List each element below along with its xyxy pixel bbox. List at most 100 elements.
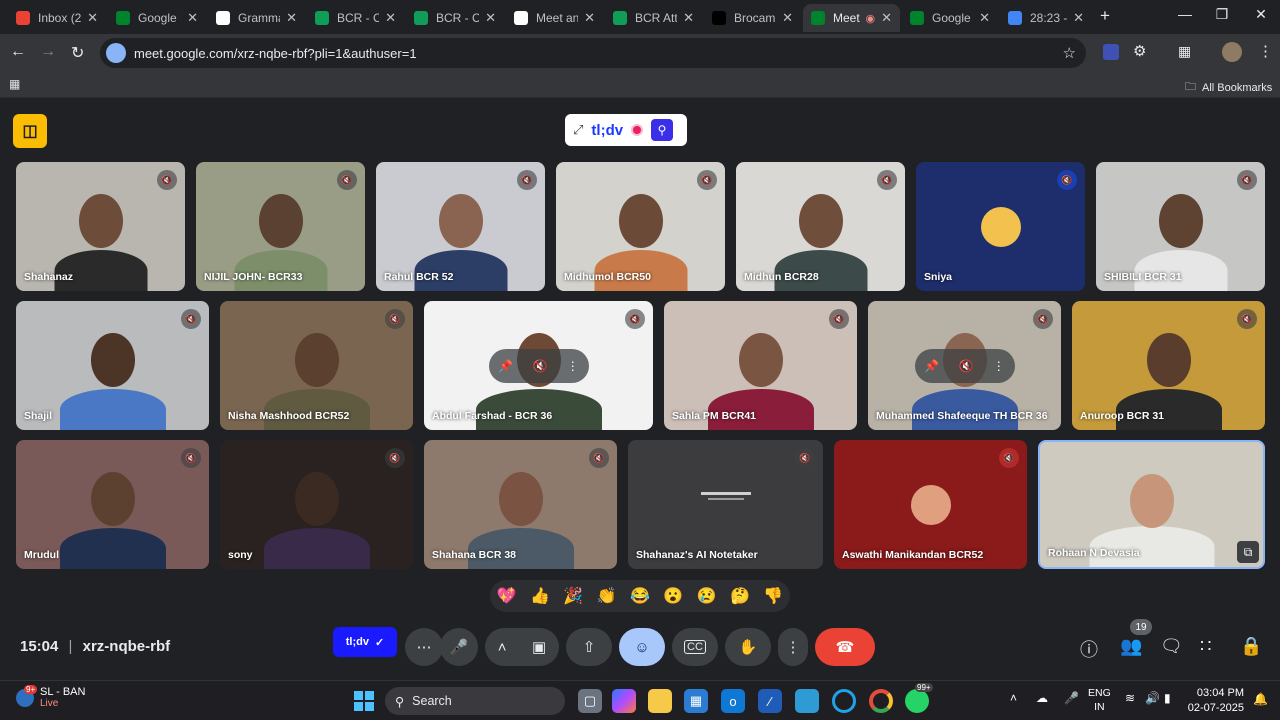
mic-tray-icon[interactable]: 🎤: [1064, 691, 1079, 705]
close-tab-icon[interactable]: ✕: [584, 10, 595, 26]
camera-button[interactable]: ˄ ▣: [485, 628, 559, 666]
meeting-app-logo-icon[interactable]: ◫: [13, 114, 47, 148]
close-tab-icon[interactable]: ✕: [1073, 10, 1084, 26]
back-icon[interactable]: ←: [10, 43, 26, 61]
chrome-icon[interactable]: [869, 689, 893, 713]
participant-tile[interactable]: Shahana BCR 38 🔇: [424, 440, 617, 569]
edge-icon[interactable]: [832, 689, 856, 713]
onedrive-icon[interactable]: ☁: [1036, 691, 1048, 705]
maximize-icon[interactable]: ❐: [1207, 6, 1237, 23]
more-options-button[interactable]: ⋮: [778, 628, 808, 666]
browser-tab[interactable]: Meet and ✕: [506, 4, 603, 32]
all-bookmarks[interactable]: 🗀 All Bookmarks: [1185, 78, 1272, 97]
tile-more-icon[interactable]: ⋮: [993, 359, 1005, 373]
extensions-puzzle-icon[interactable]: ⚙: [1133, 42, 1146, 60]
notification-bell-icon[interactable]: 🔔: [1253, 692, 1268, 706]
battery-icon[interactable]: ▮: [1164, 691, 1171, 705]
wifi-icon[interactable]: ≋: [1125, 691, 1135, 705]
browser-tab[interactable]: Google M ✕: [902, 4, 998, 32]
close-tab-icon[interactable]: ✕: [881, 10, 892, 26]
participant-tile[interactable]: Midhun BCR28 🔇: [736, 162, 905, 291]
file-explorer-icon[interactable]: [648, 689, 672, 713]
vscode-icon[interactable]: ∕: [758, 689, 782, 713]
reaction-emoji[interactable]: 😢: [697, 586, 717, 606]
participant-tile[interactable]: Muhammed Shafeeque TH BCR 36 🔇 📌 🔇 ⋮: [868, 301, 1061, 430]
pin-icon[interactable]: 📌: [924, 359, 939, 373]
emoji-button[interactable]: ☺: [619, 628, 665, 666]
participant-tile[interactable]: Rahul BCR 52 🔇: [376, 162, 545, 291]
close-tab-icon[interactable]: ✕: [683, 10, 694, 26]
close-tab-icon[interactable]: ✕: [286, 10, 297, 26]
taskbar-search[interactable]: ⚲ Search: [385, 687, 565, 715]
reload-icon[interactable]: ↻: [71, 43, 84, 63]
address-bar[interactable]: meet.google.com/xrz-nqbe-rbf?pli=1&authu…: [100, 38, 1086, 68]
close-tab-icon[interactable]: ✕: [485, 10, 496, 26]
reaction-emoji[interactable]: 👍: [530, 586, 550, 606]
tile-more-icon[interactable]: ⋮: [567, 359, 579, 373]
reaction-emoji[interactable]: 👏: [597, 586, 617, 606]
reaction-emoji[interactable]: 👎: [763, 586, 783, 606]
participant-tile[interactable]: Aswathi Manikandan BCR52 🔇: [834, 440, 1027, 569]
extension-icon[interactable]: [1103, 44, 1119, 60]
mute-icon[interactable]: 🔇: [532, 359, 547, 373]
participant-tile[interactable]: Sahla PM BCR41 🔇: [664, 301, 857, 430]
self-view-options-icon[interactable]: ⧉: [1237, 541, 1259, 563]
captions-button[interactable]: CC: [672, 628, 718, 666]
copilot-icon[interactable]: [612, 689, 636, 713]
browser-tab[interactable]: Inbox (23 ✕: [8, 4, 106, 32]
minimize-icon[interactable]: —: [1170, 6, 1200, 22]
participant-tile[interactable]: Shahanaz's AI Notetaker 🔇: [628, 440, 823, 569]
participant-tile[interactable]: NIJIL JOHN- BCR33 🔇: [196, 162, 365, 291]
participant-tile[interactable]: Shahanaz 🔇: [16, 162, 185, 291]
expand-icon[interactable]: ⤢: [573, 122, 583, 138]
reaction-emoji[interactable]: 😂: [630, 586, 650, 606]
system-clock[interactable]: 03:04 PM 02-07-2025: [1188, 686, 1244, 716]
participant-tile[interactable]: Sniya 🔇: [916, 162, 1085, 291]
new-tab-icon[interactable]: +: [1100, 6, 1110, 26]
tldv-pin-icon[interactable]: ⚲: [651, 119, 674, 141]
participant-tile[interactable]: SHIBILI BCR 31 🔇: [1096, 162, 1265, 291]
microphone-button[interactable]: 🎤: [440, 628, 478, 666]
language-indicator[interactable]: ENG IN: [1088, 686, 1111, 714]
address-url[interactable]: meet.google.com/xrz-nqbe-rbf?pli=1&authu…: [134, 46, 417, 61]
host-controls-icon[interactable]: 🔒: [1240, 636, 1262, 657]
reaction-emoji[interactable]: 🎉: [563, 586, 583, 606]
whatsapp-icon[interactable]: 99+: [905, 683, 933, 713]
participant-tile[interactable]: Rohaan N Devasia ⧉: [1038, 440, 1265, 569]
close-tab-icon[interactable]: ✕: [87, 10, 98, 26]
close-tab-icon[interactable]: ✕: [782, 10, 793, 26]
participant-tile[interactable]: sony 🔇: [220, 440, 413, 569]
reaction-emoji[interactable]: 🤔: [730, 586, 750, 606]
more-options-left-button[interactable]: ⋯: [405, 628, 443, 666]
site-info-icon[interactable]: [106, 43, 126, 63]
tldv-button[interactable]: tl;dv ✓: [333, 627, 397, 657]
close-tab-icon[interactable]: ✕: [385, 10, 396, 26]
raise-hand-button[interactable]: ✋: [725, 628, 771, 666]
browser-tab[interactable]: Gramma ✕: [208, 4, 305, 32]
chrome-menu-icon[interactable]: ⋮: [1258, 42, 1273, 60]
meeting-details-icon[interactable]: ⓘ: [1080, 636, 1098, 662]
reaction-emoji[interactable]: 💖: [497, 586, 517, 606]
participant-tile[interactable]: Nisha Mashhood BCR52 🔇: [220, 301, 413, 430]
volume-icon[interactable]: 🔊: [1145, 691, 1160, 705]
cast-icon[interactable]: ▦: [1178, 43, 1191, 60]
close-tab-icon[interactable]: ✕: [187, 10, 198, 26]
tldv-recorder-widget[interactable]: ⤢ tl;dv ⚲: [565, 114, 687, 146]
browser-tab[interactable]: 28:23 - ✕: [1000, 4, 1092, 32]
store-icon[interactable]: ▦: [684, 689, 708, 713]
participant-tile[interactable]: Abdul Farshad - BCR 36 🔇 📌 🔇 ⋮: [424, 301, 653, 430]
participant-tile[interactable]: Shajil 🔇: [16, 301, 209, 430]
reaction-emoji[interactable]: 😮: [663, 586, 683, 606]
browser-tab[interactable]: BCR - Co ✕: [307, 4, 404, 32]
weather-widget[interactable]: 9+ SL - BAN Live: [16, 684, 85, 709]
activities-icon[interactable]: ∷: [1200, 636, 1211, 657]
task-view-icon[interactable]: ▢: [578, 689, 602, 713]
pin-icon[interactable]: 📌: [498, 359, 513, 373]
leave-call-button[interactable]: ☎: [815, 628, 875, 666]
chevron-up-icon[interactable]: ˄: [498, 639, 507, 656]
tray-chevron-icon[interactable]: ˄: [1010, 691, 1017, 705]
close-tab-icon[interactable]: ✕: [979, 10, 990, 26]
bookmark-star-icon[interactable]: ☆: [1063, 44, 1076, 62]
browser-tab[interactable]: BCR - Co ✕: [406, 4, 504, 32]
browser-tab[interactable]: Google M ✕: [108, 4, 206, 32]
